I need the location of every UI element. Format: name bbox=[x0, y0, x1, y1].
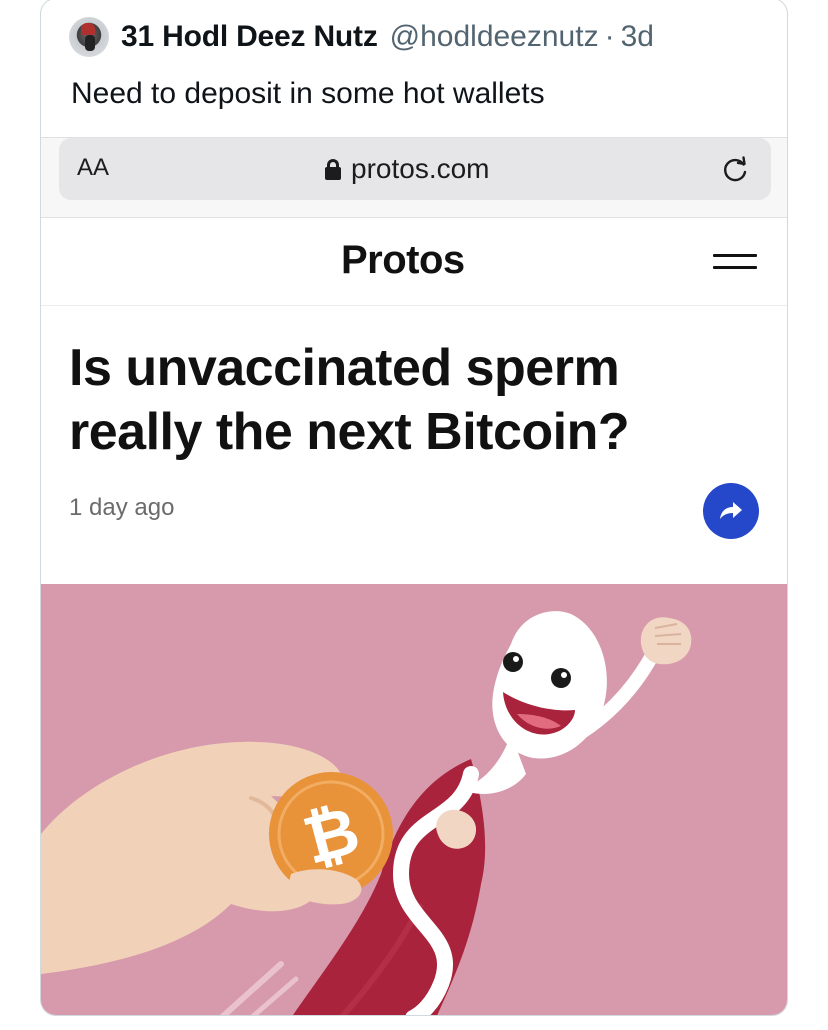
browser-address-bar: AA protos.com bbox=[41, 138, 787, 218]
avatar[interactable] bbox=[69, 17, 109, 57]
article-headline[interactable]: Is unvaccinated sperm really the next Bi… bbox=[69, 336, 709, 464]
tweet-header: 31 Hodl Deez Nutz @hodldeeznutz · 3d bbox=[69, 17, 654, 57]
site-header: Protos bbox=[41, 218, 787, 306]
hero-illustration: ₿ bbox=[41, 584, 787, 1015]
share-arrow-icon bbox=[720, 502, 742, 519]
sperm-head bbox=[492, 611, 607, 759]
user-handle[interactable]: @hodldeeznutz bbox=[390, 20, 599, 54]
hamburger-icon[interactable] bbox=[713, 254, 757, 274]
tweet-text: Need to deposit in some hot wallets bbox=[71, 77, 545, 110]
attached-screenshot[interactable]: AA protos.com Protos Is unvaccinated spe… bbox=[41, 137, 787, 1015]
illustration-svg: ₿ bbox=[41, 611, 692, 1015]
reload-icon[interactable] bbox=[721, 154, 751, 184]
fist bbox=[640, 617, 692, 665]
tweet-timestamp[interactable]: 3d bbox=[621, 20, 654, 54]
share-button[interactable] bbox=[703, 483, 759, 539]
lock-icon bbox=[325, 159, 341, 180]
url-field[interactable]: AA protos.com bbox=[59, 138, 771, 200]
url-domain: protos.com bbox=[351, 153, 490, 184]
text-size-button[interactable]: AA bbox=[77, 154, 109, 182]
separator-dot: · bbox=[604, 20, 615, 53]
article-summary: Is unvaccinated sperm really the next Bi… bbox=[41, 306, 787, 584]
site-logo[interactable]: Protos bbox=[341, 238, 465, 283]
display-name[interactable]: 31 Hodl Deez Nutz bbox=[121, 20, 378, 54]
tweet-card[interactable]: 31 Hodl Deez Nutz @hodldeeznutz · 3d Nee… bbox=[40, 0, 788, 1016]
article-age: 1 day ago bbox=[69, 494, 175, 521]
